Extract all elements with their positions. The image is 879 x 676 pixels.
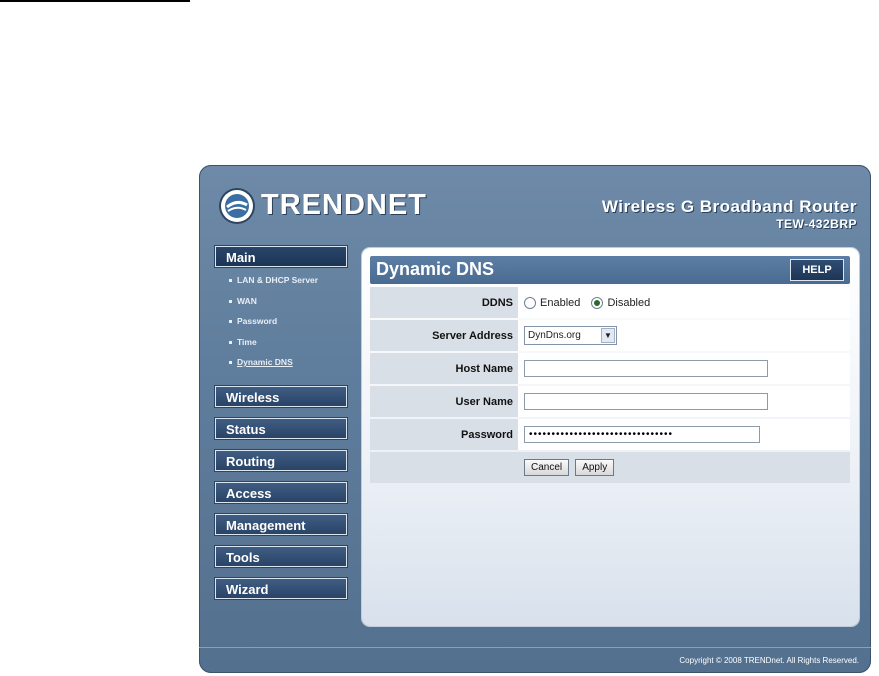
top-rule [0,0,190,2]
page-title-bar: Dynamic DNS HELP [370,256,850,284]
footer: Copyright © 2008 TRENDnet. All Rights Re… [199,647,871,673]
submenu-item-password[interactable]: Password [229,311,349,332]
password-input[interactable]: •••••••••••••••••••••••••••••••• [524,426,760,443]
product-model: TEW-432BRP [776,217,857,231]
form-row-ddns: DDNS Enabled Disabled [370,287,850,318]
host-name-input[interactable] [524,360,768,377]
nav-tools[interactable]: Tools [215,545,347,567]
nav-routing[interactable]: Routing [215,449,347,471]
submenu-item-lan-dhcp[interactable]: LAN & DHCP Server [229,270,349,291]
cancel-button[interactable]: Cancel [524,459,570,476]
ddns-form: DDNS Enabled Disabled Server Address Dyn… [370,285,850,485]
ddns-options: Enabled Disabled [518,287,850,318]
ddns-label: DDNS [370,287,518,318]
form-row-actions: Cancel Apply [370,452,850,483]
form-row-password: Password •••••••••••••••••••••••••••••••… [370,419,850,450]
trendnet-logo-icon [221,189,253,222]
header: TRENDNET Wireless G Broadband Router TEW… [199,165,871,243]
form-row-user: User Name [370,386,850,417]
host-name-label: Host Name [370,353,518,384]
nav-wireless[interactable]: Wireless [215,385,347,407]
content-panel: Dynamic DNS HELP DDNS Enabled Disabled S… [362,248,859,626]
router-admin-frame: TRENDNET Wireless G Broadband Router TEW… [199,165,871,673]
submenu-item-dynamic-dns[interactable]: Dynamic DNS [229,352,349,373]
sidebar-nav: Main LAN & DHCP Server WAN Password Time… [215,246,349,610]
nav-access[interactable]: Access [215,481,347,503]
brand-logo: TRENDNET [221,189,427,222]
nav-status[interactable]: Status [215,417,347,439]
user-name-input[interactable] [524,393,768,410]
chevron-down-icon[interactable]: ▼ [601,328,615,343]
help-button[interactable]: HELP [790,259,844,281]
form-row-host: Host Name [370,353,850,384]
nav-wizard[interactable]: Wizard [215,577,347,599]
copyright-text: Copyright © 2008 TRENDnet. All Rights Re… [679,656,859,665]
product-info: Wireless G Broadband Router TEW-432BRP [602,197,857,231]
server-address-value: DynDns.org [528,330,581,341]
ddns-disabled-radio[interactable] [591,296,604,309]
page-title: Dynamic DNS [376,259,495,279]
ddns-enabled-radio[interactable] [524,296,536,309]
password-label: Password [370,419,518,450]
user-name-label: User Name [370,386,518,417]
apply-button[interactable]: Apply [575,459,615,476]
submenu-item-time[interactable]: Time [229,332,349,353]
ddns-disabled-label: Disabled [607,296,651,309]
form-row-server: Server Address DynDns.org ▼ [370,320,850,351]
server-address-label: Server Address [370,320,518,351]
main-submenu: LAN & DHCP Server WAN Password Time Dyna… [215,270,349,373]
server-address-select[interactable]: DynDns.org ▼ [524,326,617,345]
nav-main[interactable]: Main [215,246,347,267]
nav-management[interactable]: Management [215,513,347,535]
submenu-item-wan[interactable]: WAN [229,291,349,312]
brand-name: TRENDNET [261,189,427,221]
product-line: Wireless G Broadband Router [601,197,857,216]
ddns-enabled-label: Enabled [540,296,581,309]
